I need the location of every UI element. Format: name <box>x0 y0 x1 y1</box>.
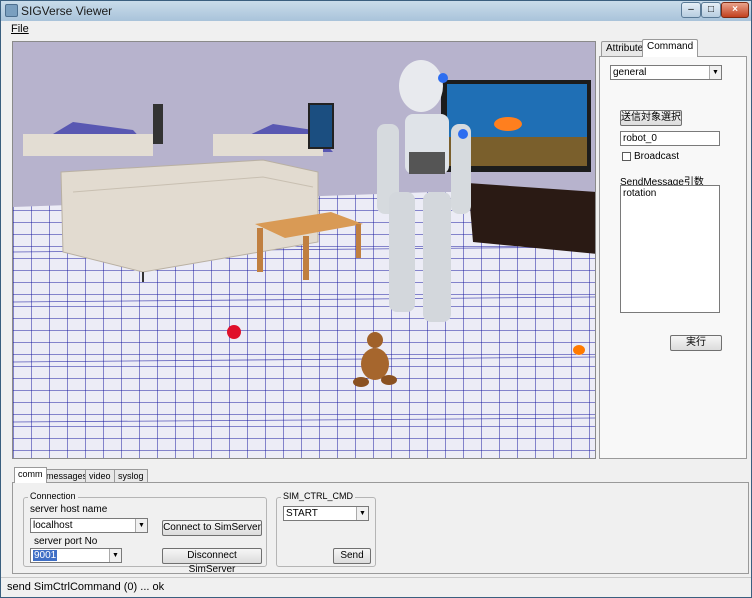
sim-ctrl-group: SIM_CTRL_CMD START ▼ Send <box>276 491 376 567</box>
tab-syslog[interactable]: syslog <box>114 469 148 483</box>
chevron-down-icon[interactable]: ▼ <box>356 507 368 520</box>
scene-render <box>13 42 595 458</box>
minimize-button[interactable]: – <box>681 2 701 18</box>
application-window: SIGVerse Viewer – □ × File Attributes Co… <box>0 0 752 598</box>
command-select[interactable]: START ▼ <box>283 506 369 521</box>
connect-button[interactable]: Connect to SimServer <box>162 520 262 536</box>
command-panel: general ▼ 送信対象選択 robot_0 Broadcast SendM… <box>599 56 747 459</box>
connection-group: Connection server host name localhost ▼ … <box>23 491 267 575</box>
chevron-down-icon[interactable]: ▼ <box>709 66 721 79</box>
command-value: START <box>286 508 318 519</box>
bottom-panel: comm messages video syslog Connection se… <box>12 467 749 575</box>
mode-select-value: general <box>613 67 647 78</box>
broadcast-label: Broadcast <box>634 151 680 162</box>
app-icon <box>5 4 18 17</box>
send-message-textarea[interactable]: rotation <box>620 185 720 313</box>
sim-ctrl-title: SIM_CTRL_CMD <box>281 491 356 501</box>
host-select[interactable]: localhost ▼ <box>30 518 148 533</box>
port-label: server port No <box>34 536 98 547</box>
port-value: 9001 <box>33 550 58 561</box>
right-panel: Attributes Command general ▼ 送信対象選択 robo… <box>599 39 747 459</box>
execute-button[interactable]: 実行 <box>670 335 722 351</box>
chevron-down-icon[interactable]: ▼ <box>135 519 147 532</box>
tab-messages[interactable]: messages <box>42 469 92 483</box>
comm-panel: Connection server host name localhost ▼ … <box>12 482 749 575</box>
send-button[interactable]: Send <box>333 548 371 564</box>
menu-bar: File <box>1 21 751 39</box>
window-title: SIGVerse Viewer <box>21 4 113 18</box>
status-bar: send SimCtrlCommand (0) ... ok <box>1 577 751 597</box>
select-target-button[interactable]: 送信対象選択 <box>620 110 682 126</box>
broadcast-checkbox[interactable] <box>622 152 631 161</box>
chevron-down-icon[interactable]: ▼ <box>109 549 121 562</box>
disconnect-button[interactable]: Disconnect SimServer <box>162 548 262 575</box>
maximize-button[interactable]: □ <box>701 2 721 18</box>
port-select[interactable]: 9001 ▼ <box>30 548 122 563</box>
orange <box>573 345 585 355</box>
host-value: localhost <box>33 520 73 531</box>
status-text: send SimCtrlCommand (0) ... ok <box>7 581 165 593</box>
tab-video[interactable]: video <box>85 469 115 483</box>
tab-command[interactable]: Command <box>642 39 699 57</box>
connection-title: Connection <box>28 491 78 501</box>
host-label: server host name <box>30 504 108 515</box>
close-button[interactable]: × <box>721 2 749 18</box>
apple <box>227 325 241 339</box>
title-bar[interactable]: SIGVerse Viewer – □ × <box>1 1 751 21</box>
tab-comm[interactable]: comm <box>14 467 47 483</box>
target-input[interactable]: robot_0 <box>620 131 720 146</box>
mode-select[interactable]: general ▼ <box>610 65 722 80</box>
back-sofa-reflection <box>23 134 153 156</box>
menu-file[interactable]: File <box>11 23 29 35</box>
3d-viewport[interactable] <box>12 41 596 459</box>
